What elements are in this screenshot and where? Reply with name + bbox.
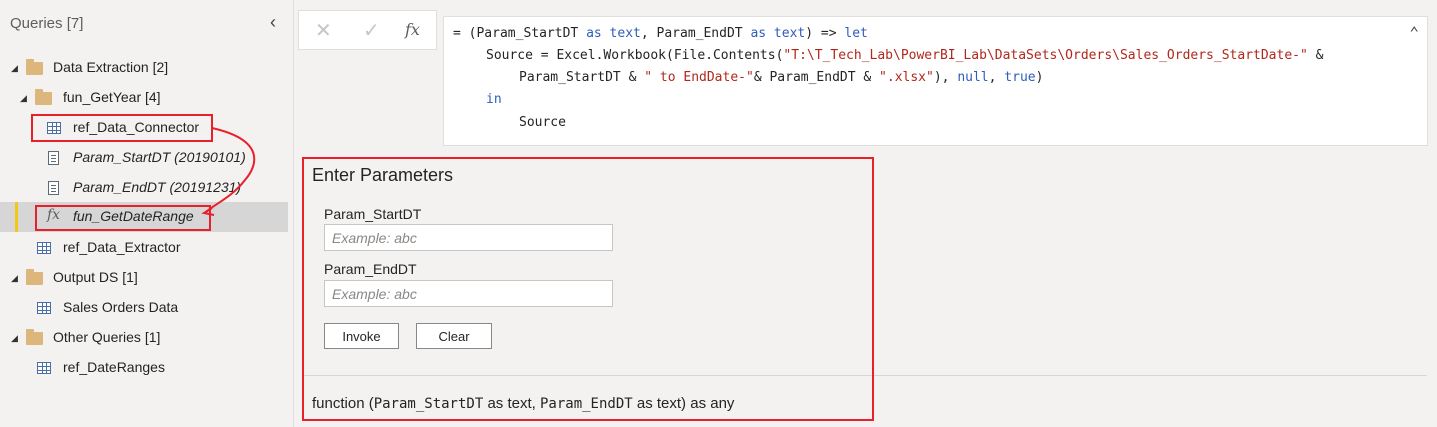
tree-item-label: Other Queries [1]	[53, 329, 161, 345]
formula-line-4: in	[486, 92, 502, 107]
divider	[302, 375, 1427, 376]
invoke-button[interactable]: Invoke	[324, 323, 399, 349]
chevron-up-icon[interactable]: ⌃	[1409, 23, 1419, 42]
annotation-arrow	[201, 127, 256, 216]
formula-editor[interactable]: = (Param_StartDT as text, Param_EndDT as…	[443, 16, 1428, 146]
formula-bar-buttons: ✕ ✓ fx	[298, 10, 437, 50]
formula-line-2: Source = Excel.Workbook(File.Contents("T…	[486, 48, 1324, 63]
clear-button[interactable]: Clear	[416, 323, 492, 349]
tree-item-label: ref_DateRanges	[63, 359, 165, 375]
folder-icon	[26, 329, 43, 345]
group-other-queries[interactable]: ◢ Other Queries [1]	[0, 323, 288, 353]
formula-line-5: Source	[519, 115, 566, 130]
expand-arrow-icon[interactable]: ◢	[11, 273, 18, 284]
formula-line-1: = (Param_StartDT as text, Param_EndDT as…	[453, 26, 868, 41]
expand-arrow-icon[interactable]: ◢	[11, 333, 18, 344]
param-startdt-input[interactable]	[324, 224, 613, 251]
close-icon[interactable]: ✕	[315, 18, 332, 43]
tree-item-label: Sales Orders Data	[63, 299, 179, 315]
function-signature: function (Param_StartDT as text, Param_E…	[312, 395, 735, 412]
query-sales-orders-data[interactable]: Sales Orders Data	[0, 293, 288, 323]
fx-icon[interactable]: fx	[405, 20, 420, 39]
param-enddt-label: Param_EndDT	[324, 261, 417, 277]
param-startdt-label: Param_StartDT	[324, 206, 422, 222]
table-icon	[37, 302, 51, 314]
formula-line-3: Param_StartDT & " to EndDate-"& Param_En…	[519, 70, 1044, 85]
tree-item-label: Output DS [1]	[53, 269, 138, 285]
param-enddt-input[interactable]	[324, 280, 613, 307]
query-ref-dateranges[interactable]: ref_DateRanges	[0, 353, 288, 383]
table-icon	[37, 242, 51, 254]
tree-item-label: ref_Data_Extractor	[63, 239, 181, 255]
table-icon	[37, 362, 51, 374]
folder-icon	[26, 269, 43, 285]
panel-title: Enter Parameters	[312, 165, 454, 185]
check-icon[interactable]: ✓	[363, 18, 380, 43]
group-output-ds[interactable]: ◢ Output DS [1]	[0, 263, 288, 293]
